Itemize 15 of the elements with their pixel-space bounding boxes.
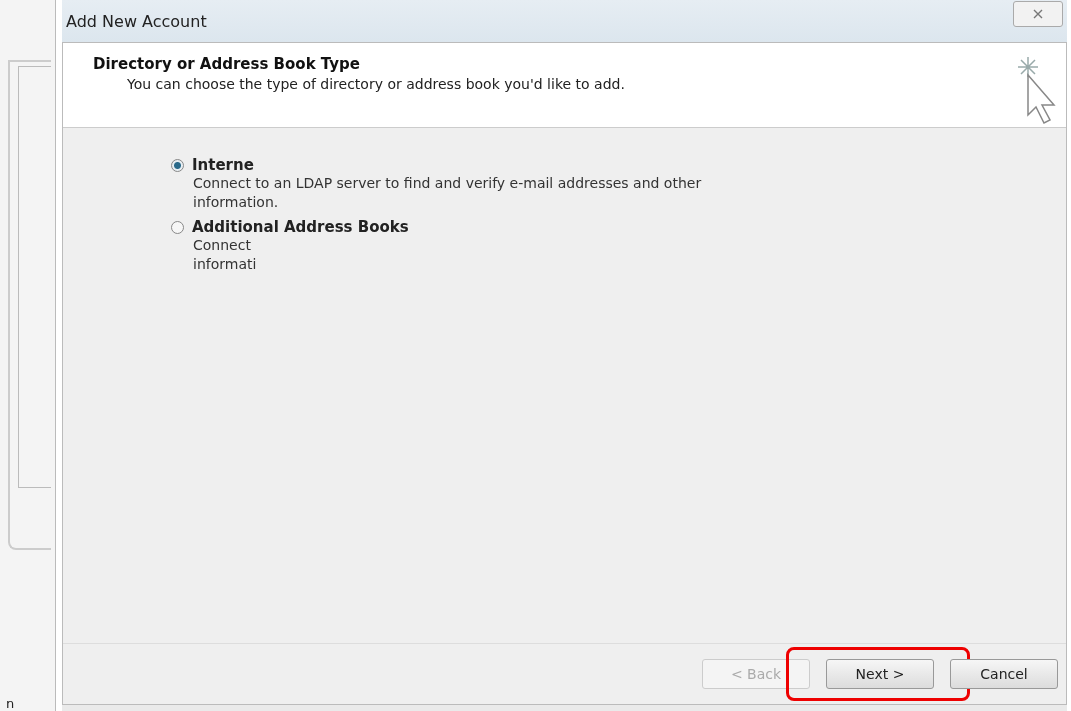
option-label[interactable]: Additional Address Books <box>192 218 409 236</box>
radio-button[interactable] <box>171 158 184 172</box>
page-title: Directory or Address Book Type <box>93 55 361 73</box>
window-text-fragment: n <box>6 696 15 711</box>
close-button[interactable] <box>1013 1 1063 27</box>
dialog-button[interactable]: Cancel <box>950 659 1058 689</box>
option-label[interactable]: Interne <box>192 156 254 174</box>
option-description: Connect <box>193 236 252 255</box>
option-description: informati <box>193 255 258 274</box>
page-subtitle: You can choose the type of directory or address book you'd like to add. <box>126 76 625 92</box>
option-description: Connect to an LDAP server to find and verify e-mail addresses and other information. <box>193 174 703 212</box>
close-icon <box>1032 9 1044 19</box>
window-title: Add New Account <box>66 11 207 31</box>
radio-button[interactable] <box>171 220 184 234</box>
dialog-button[interactable]: Next > <box>826 659 934 689</box>
